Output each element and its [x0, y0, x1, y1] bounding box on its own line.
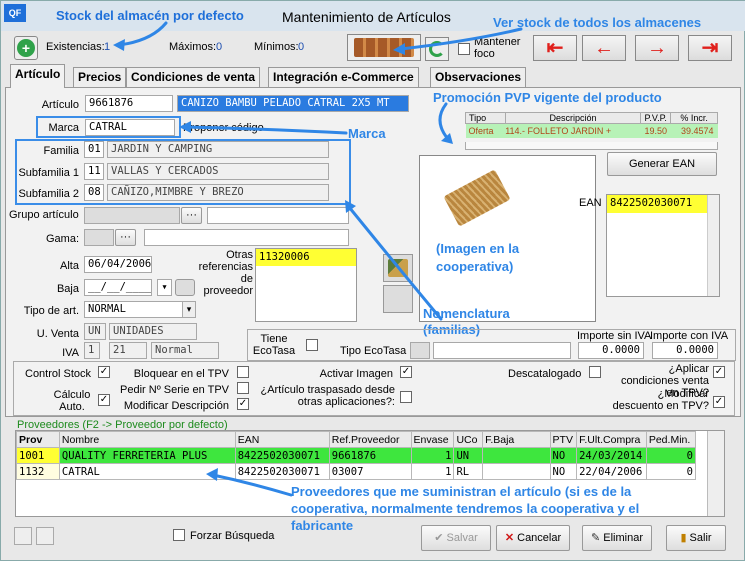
- arrowhead-promo: [441, 133, 453, 144]
- arrow-marca: [184, 125, 348, 135]
- arrowhead-marca: [179, 121, 191, 133]
- arrowhead-all-stock: [393, 43, 405, 55]
- arrow-nomen: [347, 205, 443, 321]
- arrow-all-stock: [399, 27, 523, 51]
- arrow-stock: [117, 21, 168, 47]
- arrow-proveedores: [211, 473, 293, 497]
- arrowhead-proveedores: [206, 468, 218, 481]
- annotation-arrows: [113, 21, 523, 497]
- main-window: QF Mantenimiento de Artículos Stock del …: [0, 0, 745, 561]
- arrowhead-stock: [113, 39, 125, 51]
- arrow-promo: [438, 102, 450, 141]
